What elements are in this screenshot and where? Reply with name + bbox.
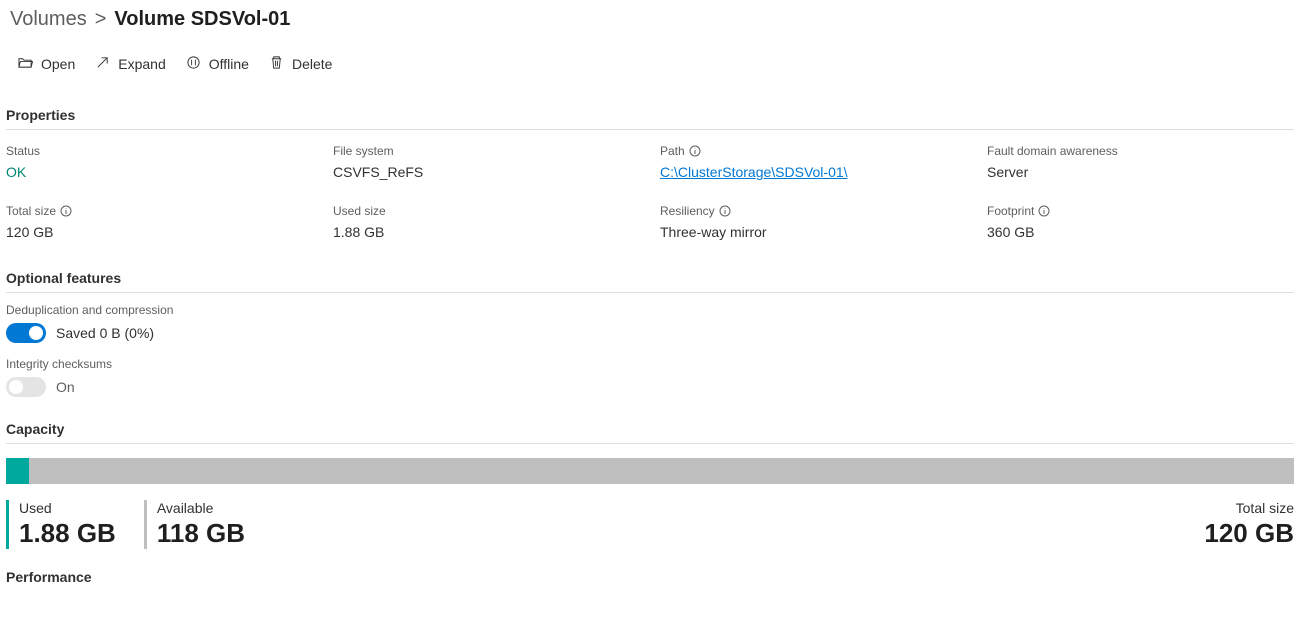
capacity-used-value: 1.88 GB [19,518,116,549]
prop-resiliency-label: Resiliency [660,204,967,218]
prop-total-size-value: 120 GB [6,218,313,240]
capacity-used-label: Used [19,500,116,516]
toggle-integrity[interactable] [6,377,46,397]
feature-integrity: Integrity checksums On [6,347,1294,401]
prop-total-size: Total size 120 GB [6,204,313,240]
expand-label: Expand [118,56,165,72]
prop-file-system: File system CSVFS_ReFS [333,144,640,180]
breadcrumb: Volumes > Volume SDSVol-01 [6,8,1294,37]
capacity-available-value: 118 GB [157,518,245,549]
open-label: Open [41,56,75,72]
prop-file-system-value: CSVFS_ReFS [333,158,640,180]
delete-button[interactable]: Delete [269,55,332,73]
capacity-available: Available 118 GB [144,500,245,549]
prop-footprint-label: Footprint [987,204,1294,218]
chevron-right-icon: > [95,8,107,31]
prop-status: Status OK [6,144,313,180]
feature-integrity-label: Integrity checksums [6,357,1294,371]
trash-icon [269,55,284,73]
offline-button[interactable]: Offline [186,55,249,73]
prop-status-label: Status [6,144,313,158]
capacity-total-label: Total size [1204,500,1294,516]
delete-label: Delete [292,56,332,72]
open-button[interactable]: Open [18,55,75,73]
prop-resiliency: Resiliency Three-way mirror [660,204,967,240]
properties-grid: Status OK File system CSVFS_ReFS Path C:… [6,130,1294,250]
feature-dedup-text: Saved 0 B (0%) [56,325,154,341]
info-icon[interactable] [60,205,72,217]
prop-file-system-label: File system [333,144,640,158]
capacity-bar [6,458,1294,484]
breadcrumb-current: Volume SDSVol-01 [114,8,290,31]
info-icon[interactable] [1038,205,1050,217]
prop-fault-domain-label: Fault domain awareness [987,144,1294,158]
prop-resiliency-value: Three-way mirror [660,218,967,240]
divider [6,443,1294,444]
prop-path: Path C:\ClusterStorage\SDSVol-01\ [660,144,967,180]
breadcrumb-parent[interactable]: Volumes [10,8,87,31]
section-title-optional-features: Optional features [6,270,1294,286]
info-icon[interactable] [689,145,701,157]
prop-footprint-value: 360 GB [987,218,1294,240]
section-title-properties: Properties [6,107,1294,123]
expand-button[interactable]: Expand [95,55,165,73]
prop-path-value[interactable]: C:\ClusterStorage\SDSVol-01\ [660,158,967,180]
capacity-used: Used 1.88 GB [6,500,116,549]
open-folder-icon [18,55,33,73]
expand-arrow-icon [95,55,110,73]
prop-used-size-value: 1.88 GB [333,218,640,240]
prop-path-label: Path [660,144,967,158]
toggle-dedup[interactable] [6,323,46,343]
offline-icon [186,55,201,73]
prop-fault-domain: Fault domain awareness Server [987,144,1294,180]
feature-dedup: Deduplication and compression Saved 0 B … [6,293,1294,347]
prop-total-size-label: Total size [6,204,313,218]
section-title-performance: Performance [6,569,1294,585]
prop-fault-domain-value: Server [987,158,1294,180]
prop-used-size-label: Used size [333,204,640,218]
capacity-total-value: 120 GB [1204,518,1294,549]
info-icon[interactable] [719,205,731,217]
capacity-available-label: Available [157,500,245,516]
toolbar: Open Expand Offline Delete [6,37,1294,87]
prop-used-size: Used size 1.88 GB [333,204,640,240]
offline-label: Offline [209,56,249,72]
feature-dedup-label: Deduplication and compression [6,303,1294,317]
section-title-capacity: Capacity [6,421,1294,437]
capacity-total: Total size 120 GB [1204,500,1294,549]
feature-integrity-text: On [56,379,75,395]
capacity-bar-fill [6,458,29,484]
capacity-stats: Used 1.88 GB Available 118 GB Total size… [6,484,1294,549]
prop-status-value: OK [6,158,313,180]
prop-footprint: Footprint 360 GB [987,204,1294,240]
